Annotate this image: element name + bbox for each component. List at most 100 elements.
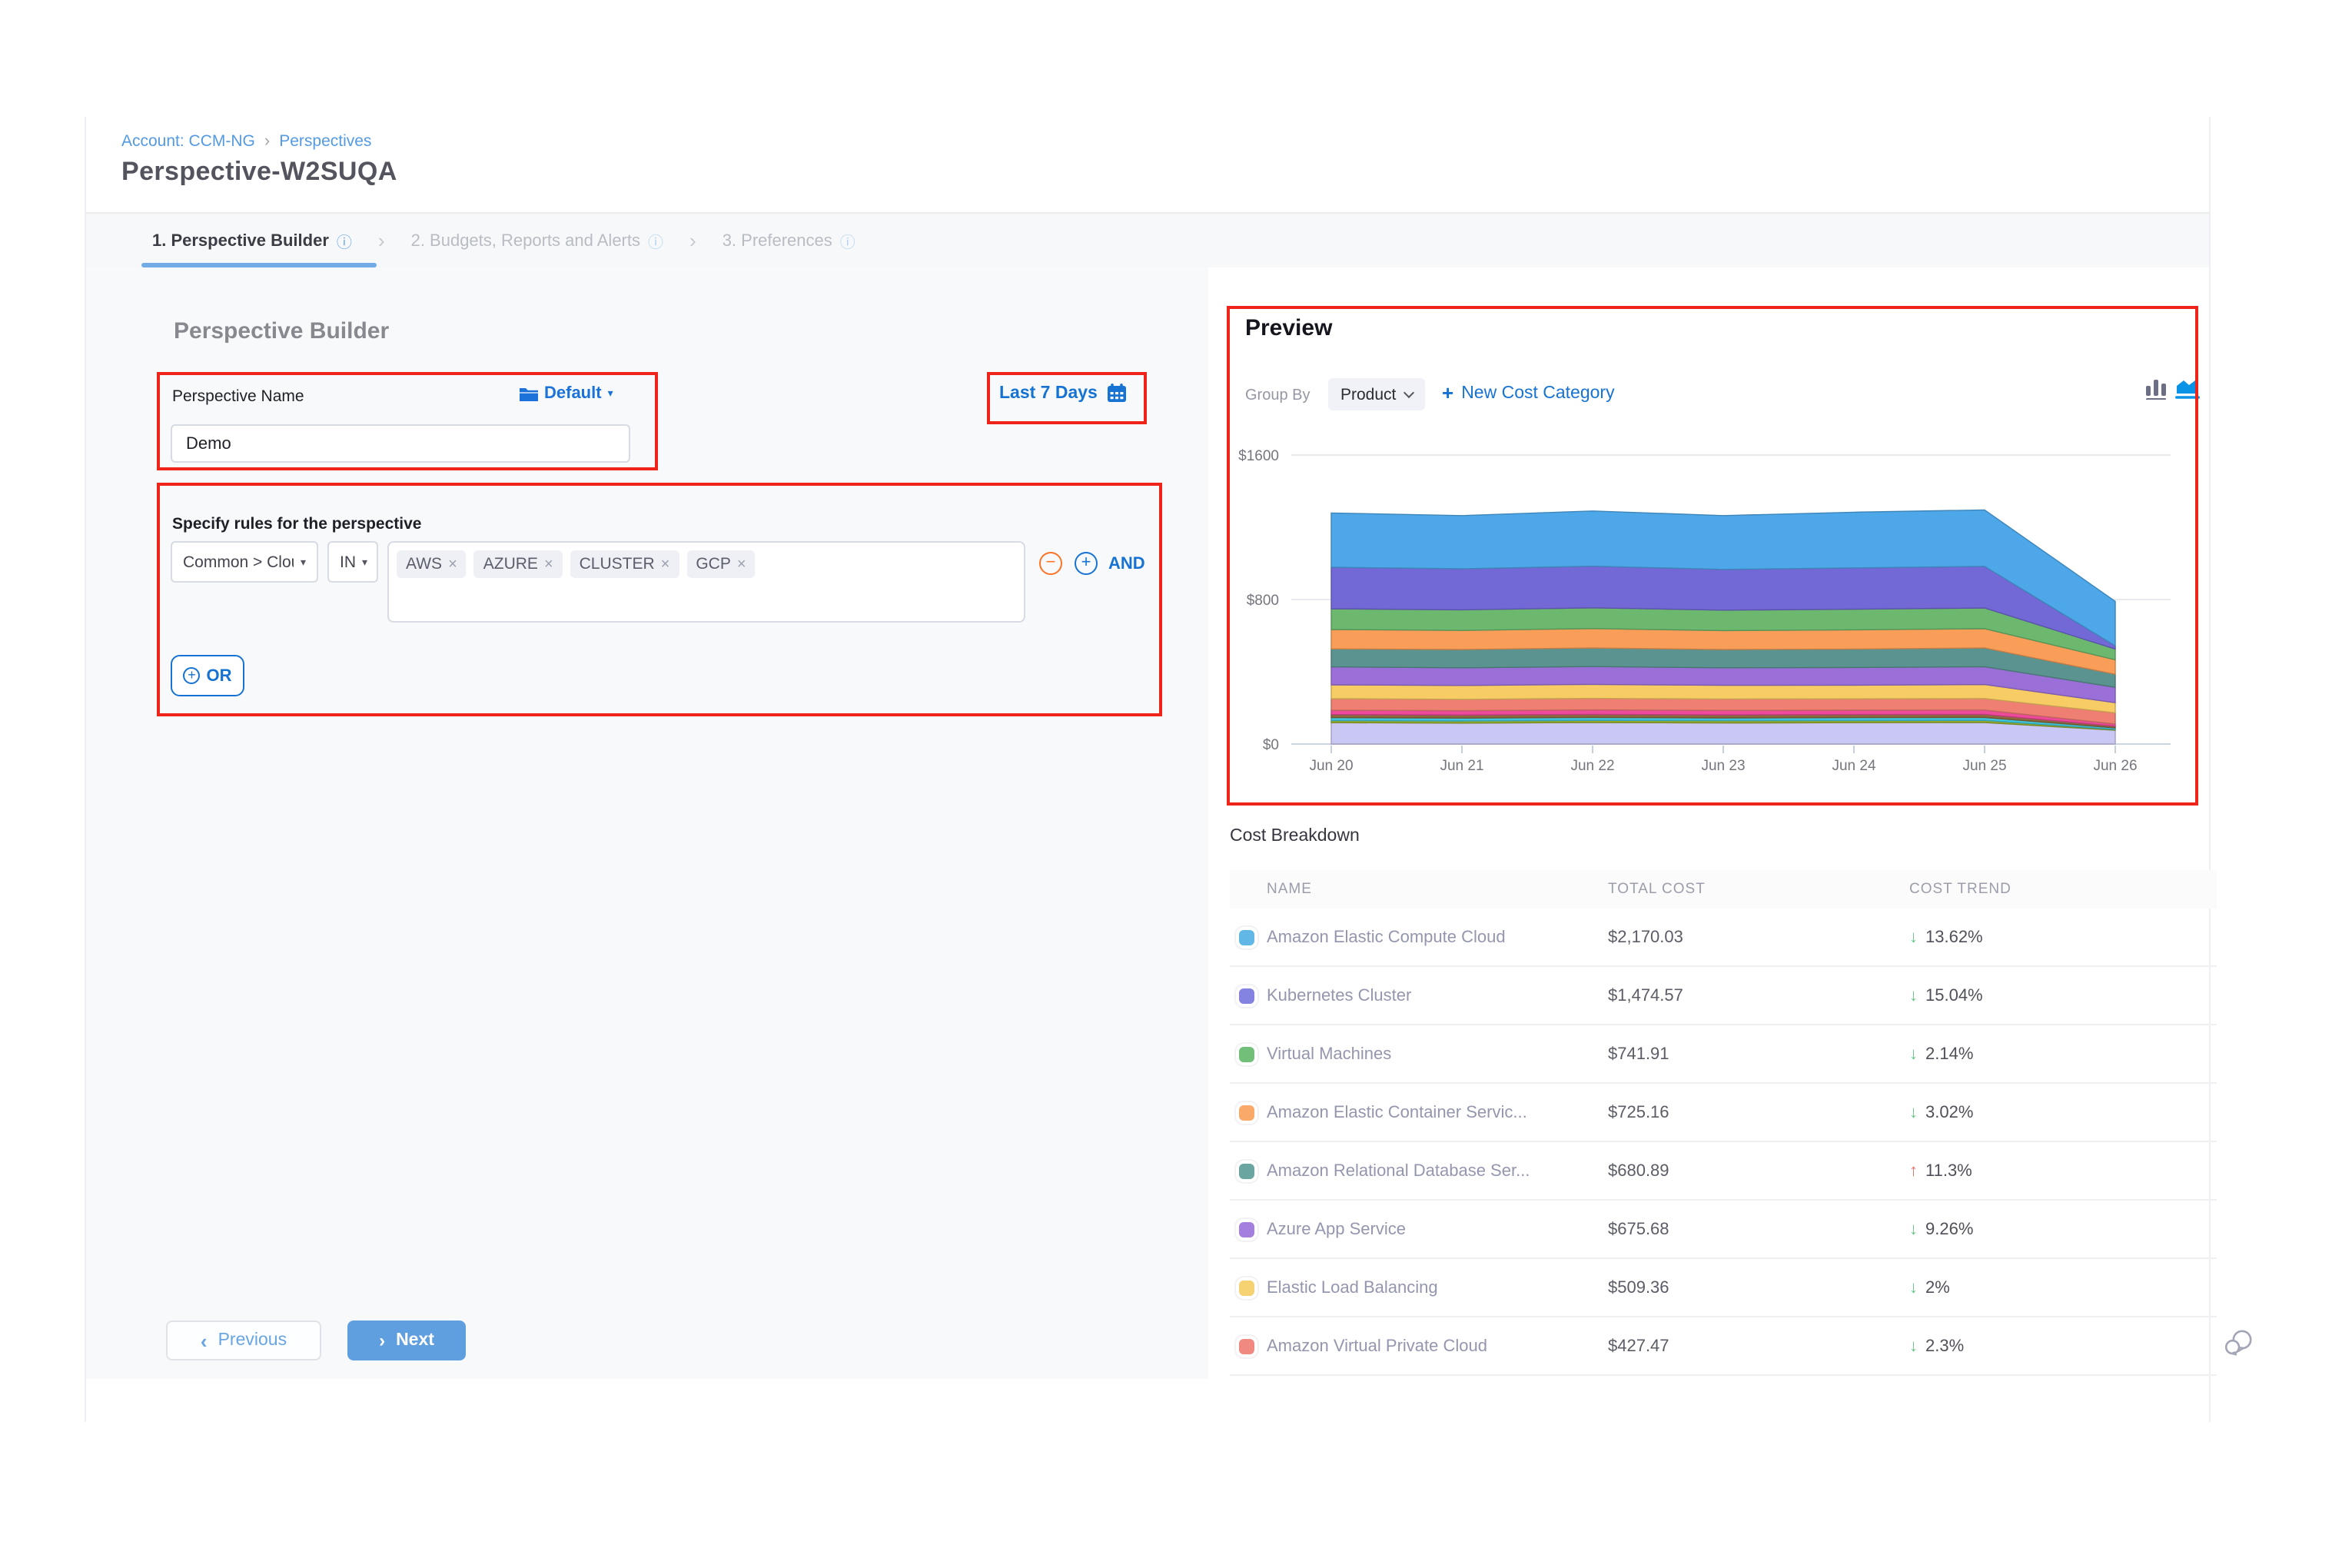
trend-value: 15.04%	[1925, 986, 1983, 1005]
tab-label: 1. Perspective Builder	[152, 231, 329, 250]
series-color-swatch	[1239, 988, 1254, 1003]
series-color-swatch	[1239, 1338, 1254, 1354]
tab-preferences[interactable]: 3. Preferences ⓘ	[723, 229, 855, 252]
chart-type-toggle	[2146, 377, 2200, 400]
chip-remove-icon[interactable]: ×	[737, 556, 746, 573]
breadcrumb: Account: CCM-NG › Perspectives	[121, 132, 371, 151]
cost-breakdown-table: NAME TOTAL COST COST TREND Amazon Elasti…	[1230, 870, 2217, 1376]
and-label[interactable]: AND	[1108, 555, 1145, 573]
tab-separator-icon: ›	[378, 229, 385, 252]
series-color-swatch	[1239, 1163, 1254, 1178]
date-range-value: Last 7 Days	[999, 384, 1098, 402]
page-title: Perspective-W2SUQA	[121, 157, 397, 188]
svg-text:Jun 26: Jun 26	[2093, 758, 2137, 774]
wizard-tabbar: 1. Perspective Builder ⓘ › 2. Budgets, R…	[86, 212, 2209, 267]
series-name-link[interactable]: Kubernetes Cluster	[1267, 986, 1411, 1005]
add-rule-button[interactable]: +	[1075, 552, 1098, 575]
series-name-link[interactable]: Amazon Elastic Compute Cloud	[1267, 928, 1506, 946]
chip-label: CLUSTER	[580, 555, 655, 573]
add-or-rule-button[interactable]: + OR	[171, 655, 244, 696]
chevron-left-icon: ‹	[201, 1329, 208, 1352]
total-cost-value: $725.16	[1608, 1103, 1909, 1121]
calendar-icon	[1107, 383, 1127, 403]
chip-remove-icon[interactable]: ×	[544, 556, 553, 573]
trend-up-icon: ↑	[1909, 1161, 1918, 1180]
trend-value: 9.26%	[1925, 1220, 1973, 1238]
previous-button[interactable]: ‹ Previous	[166, 1321, 321, 1360]
chevron-down-icon	[1404, 387, 1414, 397]
trend-down-icon: ↓	[1909, 1103, 1918, 1121]
table-row: Virtual Machines $741.91 ↓ 2.14%	[1230, 1025, 2217, 1084]
table-row: Elastic Load Balancing $509.36 ↓ 2%	[1230, 1259, 2217, 1317]
series-name-link[interactable]: Azure App Service	[1267, 1220, 1406, 1238]
series-color-swatch	[1239, 1046, 1254, 1061]
rule-operand-select[interactable]: Common > Cloud Prov... ▾	[171, 541, 318, 583]
date-range-picker[interactable]: Last 7 Days	[999, 383, 1127, 403]
column-header-cost-trend: COST TREND	[1909, 881, 2217, 898]
info-icon: ⓘ	[337, 229, 352, 252]
trend-down-icon: ↓	[1909, 928, 1918, 946]
value-chip: AZURE ×	[474, 550, 563, 578]
total-cost-value: $680.89	[1608, 1161, 1909, 1180]
tab-budgets-reports-alerts[interactable]: 2. Budgets, Reports and Alerts ⓘ	[411, 229, 663, 252]
table-row: Amazon Virtual Private Cloud $427.47 ↓ 2…	[1230, 1317, 2217, 1376]
tab-separator-icon: ›	[689, 229, 696, 252]
chip-label: GCP	[696, 555, 731, 573]
builder-heading: Perspective Builder	[174, 318, 389, 344]
folder-select[interactable]: Default ▾	[520, 384, 613, 403]
trend-down-icon: ↓	[1909, 1337, 1918, 1355]
series-color-swatch	[1239, 1221, 1254, 1237]
chip-remove-icon[interactable]: ×	[661, 556, 670, 573]
rule-operator-select[interactable]: IN ▾	[327, 541, 378, 583]
area-chart-icon[interactable]	[2175, 377, 2200, 400]
column-header-name: NAME	[1230, 881, 1608, 898]
breadcrumb-account-link[interactable]: Account: CCM-NG	[121, 132, 255, 151]
svg-text:Jun 25: Jun 25	[1962, 758, 2006, 774]
trend-value: 11.3%	[1925, 1161, 1972, 1180]
series-name-link[interactable]: Elastic Load Balancing	[1267, 1278, 1438, 1297]
series-name-link[interactable]: Virtual Machines	[1267, 1045, 1391, 1063]
svg-text:Jun 20: Jun 20	[1309, 758, 1353, 774]
chip-remove-icon[interactable]: ×	[448, 556, 457, 573]
series-color-swatch	[1239, 929, 1254, 945]
table-row: Amazon Elastic Container Servic... $725.…	[1230, 1084, 2217, 1142]
total-cost-value: $1,474.57	[1608, 986, 1909, 1005]
total-cost-value: $427.47	[1608, 1337, 1909, 1355]
new-cost-category-link[interactable]: + New Cost Category	[1442, 381, 1615, 404]
value-chip: AWS ×	[397, 550, 467, 578]
rule-operand-value: Common > Cloud Prov...	[183, 553, 294, 571]
series-name-link[interactable]: Amazon Elastic Container Servic...	[1267, 1103, 1527, 1121]
svg-text:Jun 21: Jun 21	[1440, 758, 1483, 774]
rule-values-input[interactable]: AWS × AZURE × CLUSTER × GCP ×	[387, 541, 1025, 623]
tab-perspective-builder[interactable]: 1. Perspective Builder ⓘ	[152, 229, 352, 252]
total-cost-value: $675.68	[1608, 1220, 1909, 1238]
perspective-builder-page: Account: CCM-NG › Perspectives Perspecti…	[0, 0, 2352, 1568]
rules-label: Specify rules for the perspective	[172, 515, 421, 533]
trend-value: 13.62%	[1925, 928, 1983, 946]
svg-text:$0: $0	[1263, 737, 1279, 753]
total-cost-value: $509.36	[1608, 1278, 1909, 1297]
series-color-swatch	[1239, 1105, 1254, 1120]
next-button[interactable]: › Next	[347, 1321, 466, 1360]
chevron-right-icon: ›	[379, 1330, 385, 1351]
perspective-name-input[interactable]	[171, 424, 630, 463]
group-by-select[interactable]: Product	[1328, 378, 1425, 410]
bar-chart-icon[interactable]	[2146, 378, 2166, 400]
svg-text:$800: $800	[1247, 593, 1279, 609]
trend-down-icon: ↓	[1909, 986, 1918, 1005]
table-row: Kubernetes Cluster $1,474.57 ↓ 15.04%	[1230, 967, 2217, 1025]
caret-down-icon: ▾	[608, 387, 613, 400]
chip-label: AWS	[406, 555, 442, 573]
series-color-swatch	[1239, 1280, 1254, 1295]
series-name-link[interactable]: Amazon Virtual Private Cloud	[1267, 1337, 1487, 1355]
remove-rule-button[interactable]: −	[1039, 552, 1062, 575]
table-row: Azure App Service $675.68 ↓ 9.26%	[1230, 1201, 2217, 1259]
tab-label: 2. Budgets, Reports and Alerts	[411, 231, 640, 250]
svg-text:Jun 24: Jun 24	[1832, 758, 1875, 774]
help-chat-icon[interactable]	[2224, 1328, 2254, 1357]
series-name-link[interactable]: Amazon Relational Database Ser...	[1267, 1161, 1530, 1180]
trend-value: 3.02%	[1925, 1103, 1973, 1121]
svg-text:$1600: $1600	[1238, 448, 1279, 464]
plus-circle-icon: +	[184, 667, 201, 684]
breadcrumb-perspectives-link[interactable]: Perspectives	[279, 132, 371, 151]
